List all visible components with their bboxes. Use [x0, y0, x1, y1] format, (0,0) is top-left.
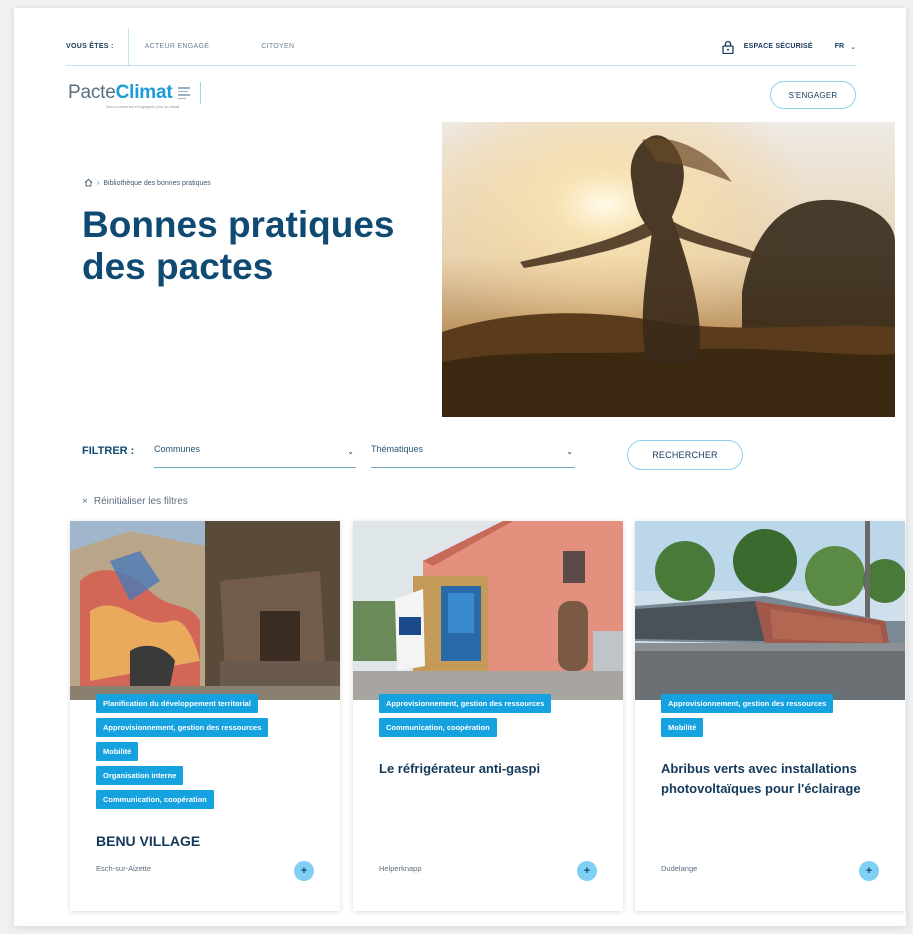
filter-label: FILTRER :	[82, 445, 135, 457]
reset-filters-link[interactable]: × Réinitialiser les filtres	[82, 496, 188, 507]
page-title: Bonnes pratiques des pactes	[82, 204, 395, 287]
practice-card[interactable]: Approvisionnement, gestion des ressource…	[635, 521, 905, 911]
breadcrumb-current: Bibliothèque des bonnes pratiques	[103, 180, 211, 187]
communes-select-value: Communes	[154, 444, 201, 454]
chevron-down-icon: ⌄	[347, 447, 354, 456]
card-tag[interactable]: Planification du développement territori…	[96, 694, 258, 713]
audience-link-citoyen[interactable]: CITOYEN	[261, 43, 294, 50]
top-bar: VOUS ÊTES : ACTEUR ENGAGÉ CITOYEN ESPACE…	[66, 27, 856, 66]
practice-card[interactable]: Planification du développement territori…	[70, 521, 340, 911]
secure-space-link[interactable]: ESPACE SÉCURISÉ	[744, 43, 813, 50]
audience-link-acteur[interactable]: ACTEUR ENGAGÉ	[145, 43, 210, 50]
card-title[interactable]: BENU VILLAGE	[96, 831, 200, 851]
breadcrumb: › Bibliothèque des bonnes pratiques	[84, 178, 211, 189]
logo-part1: Pacte	[68, 82, 116, 103]
card-location: Helperknapp	[379, 864, 422, 873]
card-tag[interactable]: Mobilité	[661, 718, 704, 737]
card-tag[interactable]: Organisation interne	[96, 766, 184, 785]
audience-label: VOUS ÊTES :	[66, 27, 129, 66]
hero-image	[442, 122, 895, 417]
card-tag[interactable]: Approvisionnement, gestion des ressource…	[661, 694, 834, 713]
home-icon[interactable]	[84, 178, 93, 189]
card-tags: Approvisionnement, gestion des ressource…	[379, 694, 552, 737]
engage-button[interactable]: S'ENGAGER	[770, 81, 856, 109]
thematiques-select[interactable]: Thématiques ⌄	[371, 438, 575, 468]
plus-icon[interactable]: +	[294, 861, 314, 881]
practice-card[interactable]: Approvisionnement, gestion des ressource…	[353, 521, 623, 911]
logo-separator	[200, 82, 202, 104]
logo-mark-icon	[178, 87, 191, 99]
logo-part2: Climat	[115, 82, 173, 103]
card-tag[interactable]: Mobilité	[96, 742, 139, 761]
chevron-down-icon: ⌄	[850, 43, 856, 51]
card-location: Dudelange	[661, 864, 698, 873]
card-tags: Approvisionnement, gestion des ressource…	[661, 694, 834, 737]
logo[interactable]: PacteClimat Nos communes s'engagent pour…	[68, 82, 202, 109]
reset-filters-label: Réinitialiser les filtres	[93, 496, 188, 507]
thematiques-select-value: Thématiques	[371, 444, 424, 454]
plus-icon[interactable]: +	[859, 861, 879, 881]
close-icon: ×	[82, 496, 88, 507]
language-label: FR	[834, 43, 845, 50]
card-tag[interactable]: Approvisionnement, gestion des ressource…	[96, 718, 269, 737]
breadcrumb-separator: ›	[97, 180, 100, 187]
card-title[interactable]: Abribus verts avec installations photovo…	[661, 759, 886, 799]
communes-select[interactable]: Communes ⌄	[154, 438, 356, 468]
logo-tagline: Nos communes s'engagent pour le climat	[106, 104, 180, 109]
card-tags: Planification du développement territori…	[96, 694, 269, 809]
logo-wordmark: PacteClimat	[68, 82, 173, 104]
card-location: Esch-sur-Alzette	[96, 864, 152, 873]
search-button[interactable]: RECHERCHER	[627, 440, 743, 470]
card-tag[interactable]: Approvisionnement, gestion des ressource…	[379, 694, 552, 713]
card-tag[interactable]: Communication, coopération	[96, 790, 214, 809]
card-title[interactable]: Le réfrigérateur anti-gaspi	[379, 759, 604, 779]
card-image	[70, 521, 340, 700]
page: VOUS ÊTES : ACTEUR ENGAGÉ CITOYEN ESPACE…	[14, 8, 906, 926]
lock-icon	[720, 40, 736, 54]
top-bar-right: ESPACE SÉCURISÉ FR ⌄	[720, 40, 856, 54]
plus-icon[interactable]: +	[577, 861, 597, 881]
card-image	[635, 521, 905, 700]
card-image	[353, 521, 623, 700]
language-selector[interactable]: FR ⌄	[835, 43, 856, 51]
chevron-down-icon: ⌄	[566, 447, 573, 456]
card-tag[interactable]: Communication, coopération	[379, 718, 497, 737]
